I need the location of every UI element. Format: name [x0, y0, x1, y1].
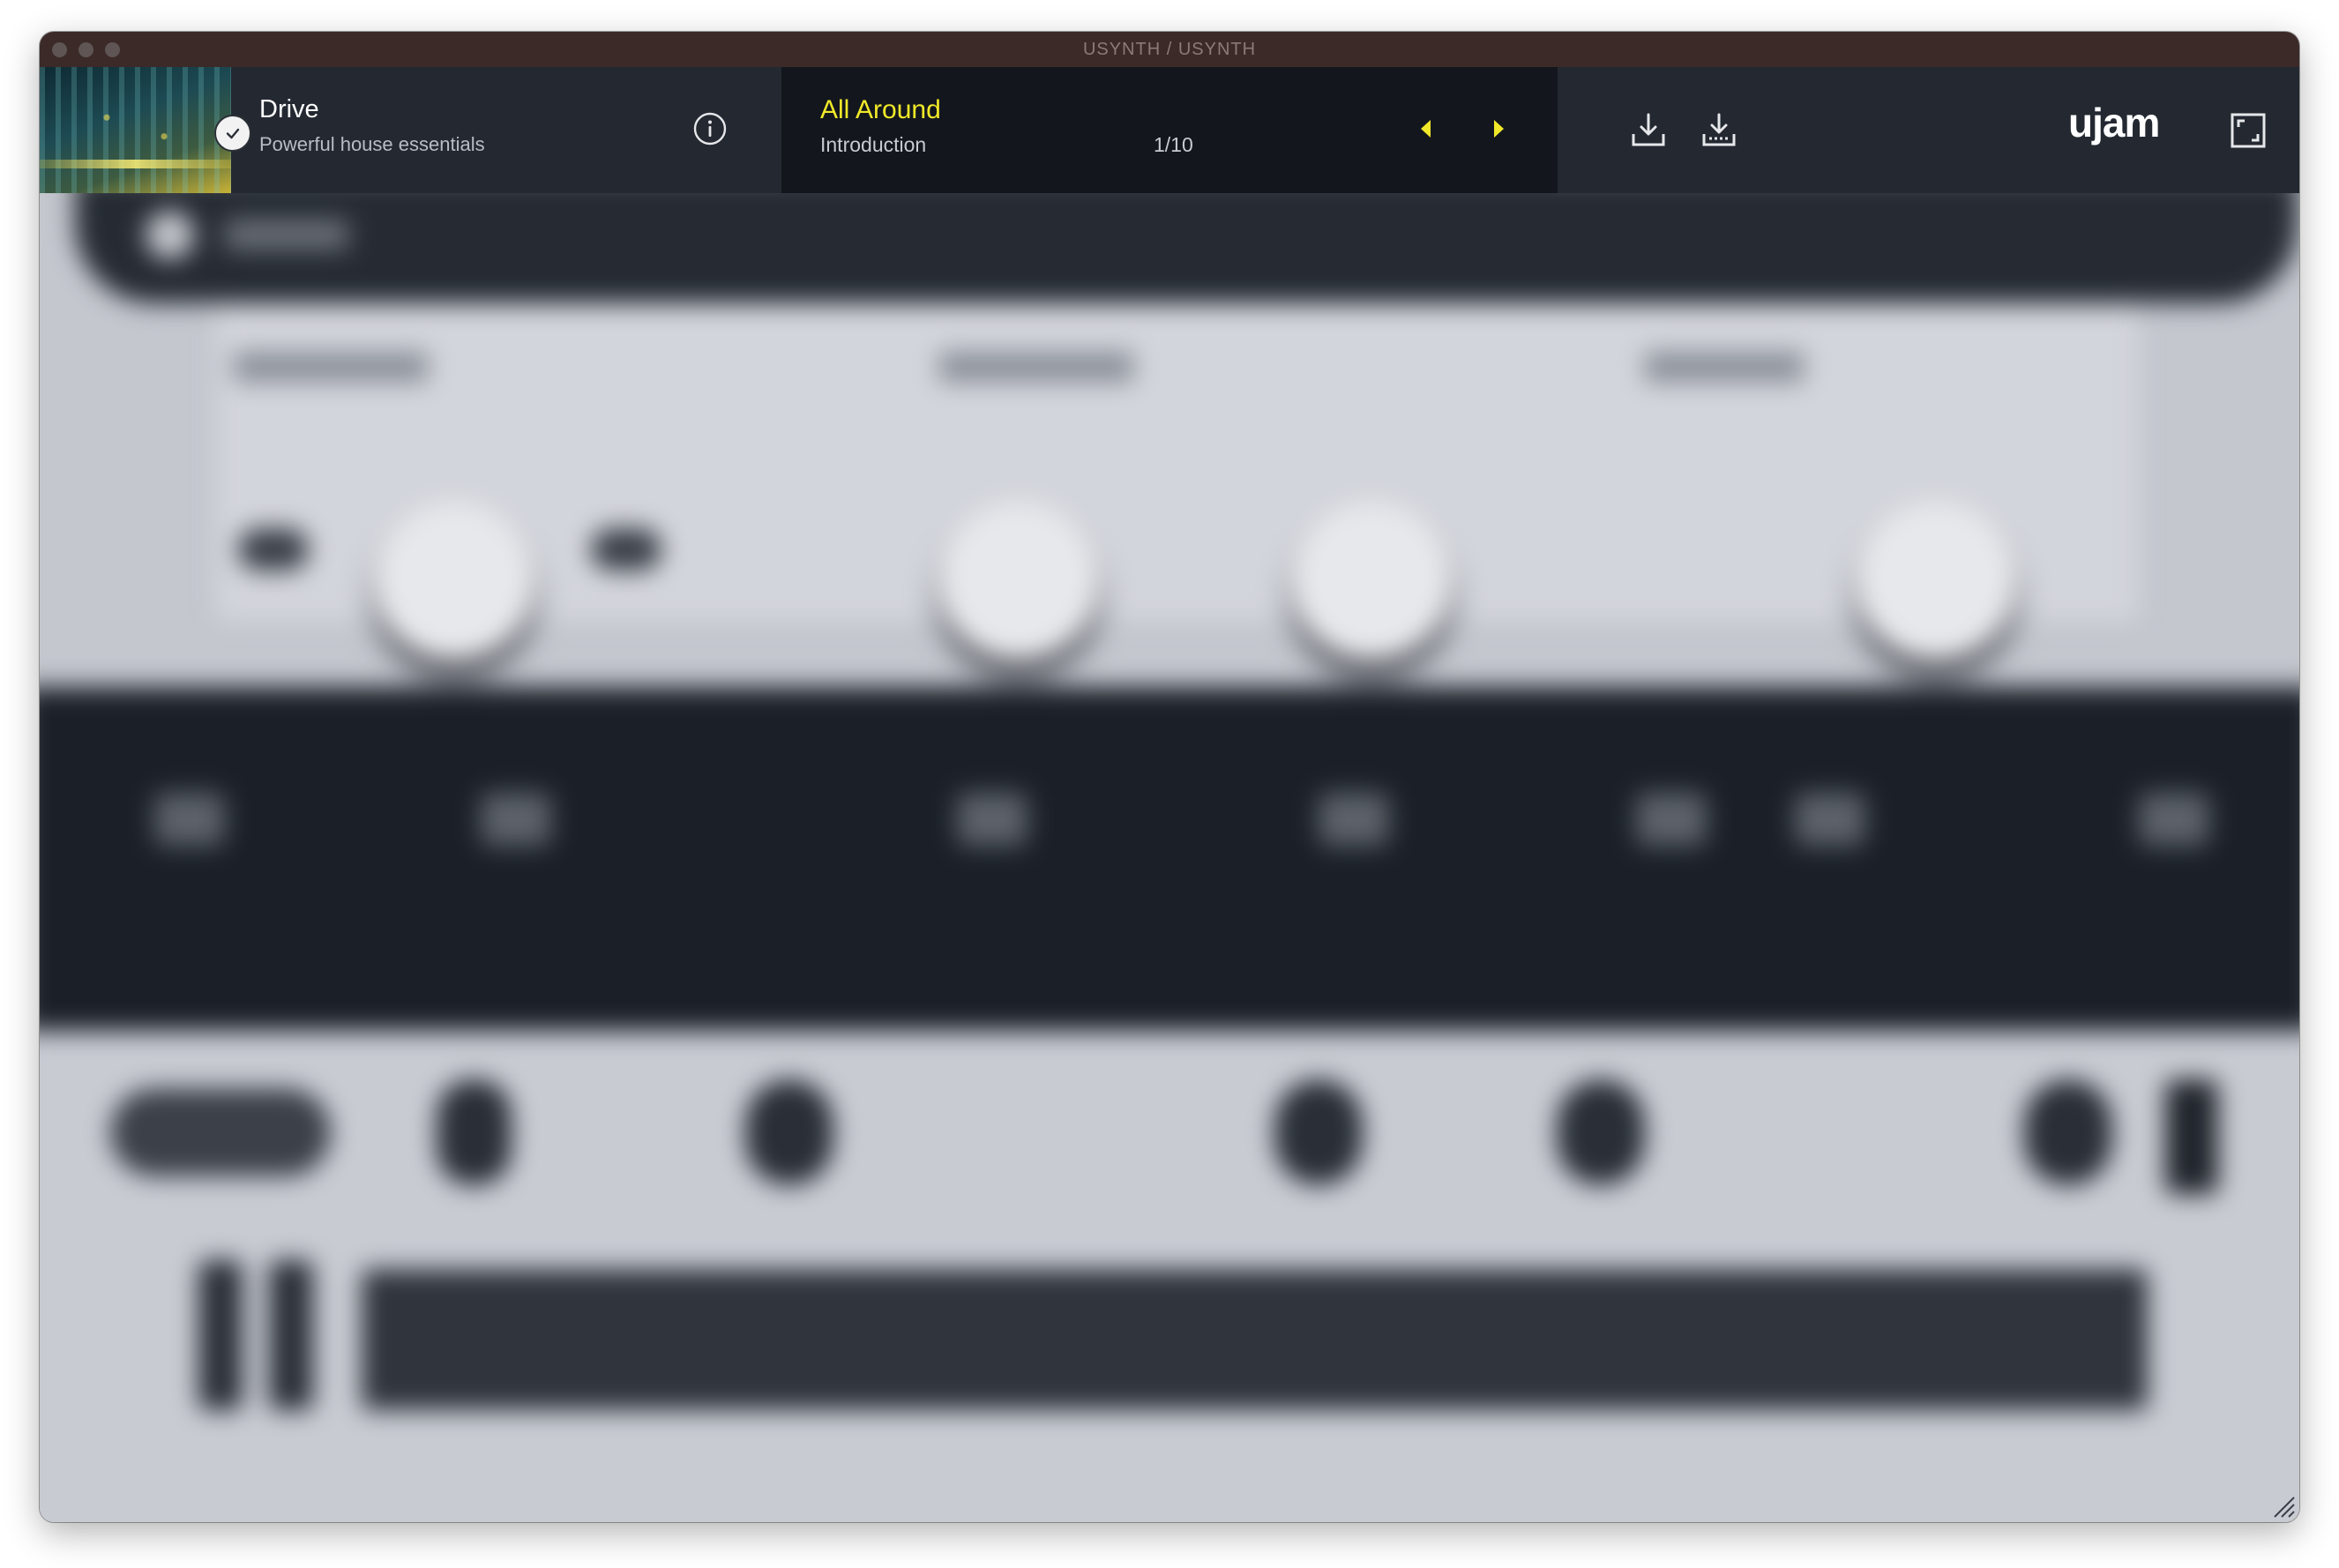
- arrow-right-icon[interactable]: [1481, 111, 1516, 146]
- instrument-panel-blurred: [40, 193, 2299, 1522]
- style-counter: 1/10: [1154, 133, 1193, 156]
- ujam-logo: ujam: [2068, 100, 2160, 146]
- import-icon[interactable]: [1627, 109, 1670, 152]
- info-icon[interactable]: [692, 111, 728, 146]
- arrow-left-icon[interactable]: [1409, 111, 1444, 146]
- plugin-window: USYNTH / USYNTH Drive Powerful house ess…: [40, 32, 2299, 1522]
- window-title: USYNTH / USYNTH: [1082, 40, 1257, 59]
- style-name[interactable]: All Around: [820, 95, 941, 125]
- export-icon[interactable]: [1698, 109, 1740, 152]
- fullscreen-icon[interactable]: [2227, 109, 2269, 152]
- preset-header: Drive Powerful house essentials All Arou…: [40, 67, 2299, 193]
- check-icon: [214, 115, 251, 152]
- style-subtitle: Introduction: [820, 133, 927, 156]
- preset-description: Powerful house essentials: [259, 133, 485, 155]
- preset-artwork[interactable]: [40, 67, 231, 193]
- preset-name[interactable]: Drive: [259, 95, 319, 124]
- title-bar: USYNTH / USYNTH: [40, 32, 2299, 68]
- resize-grip-icon[interactable]: [2269, 1492, 2296, 1519]
